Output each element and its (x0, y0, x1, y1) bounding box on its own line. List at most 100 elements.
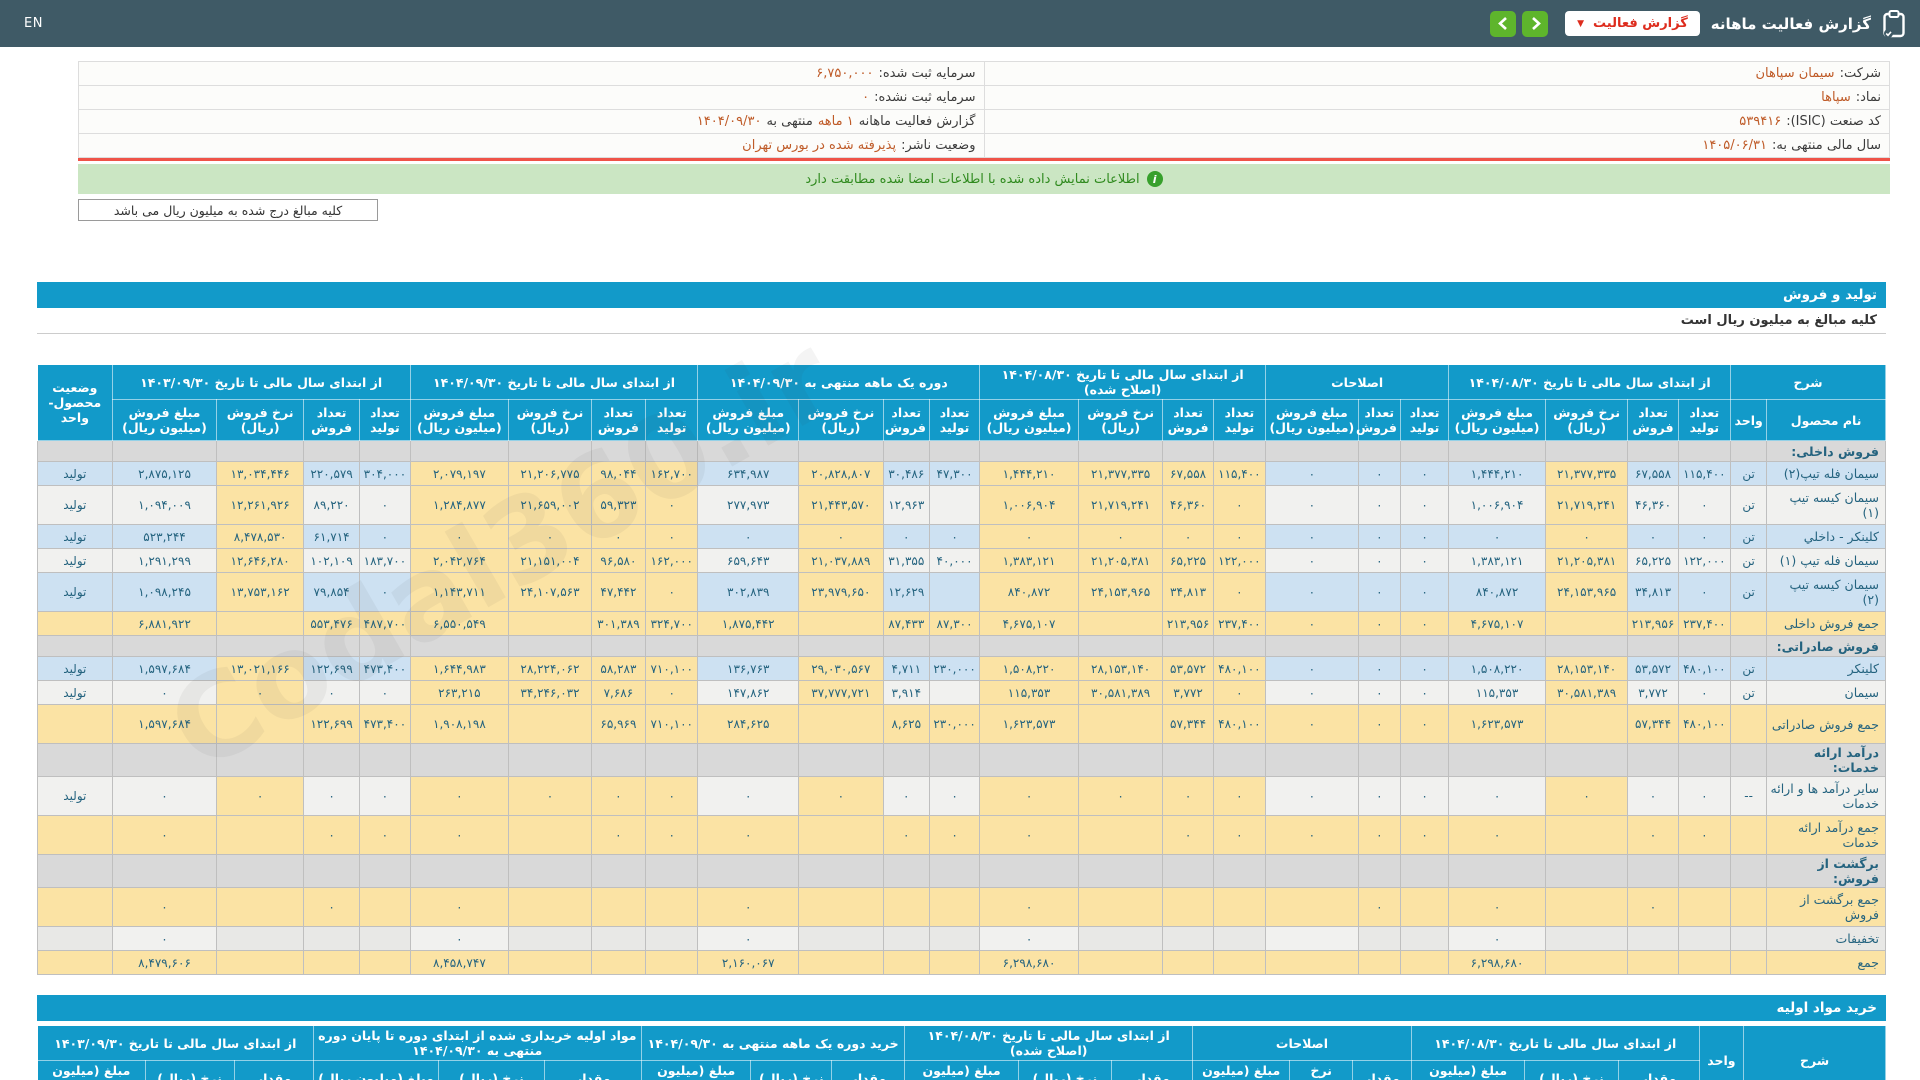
table-cell (359, 743, 411, 777)
table-cell: ۱,۵۹۷,۶۸۴ (111, 704, 218, 744)
table-cell (1677, 950, 1732, 975)
section-title-purchase: خرید مواد اولیه (37, 995, 1886, 1021)
table-cell (928, 887, 981, 927)
table-cell (111, 440, 218, 462)
nav-back-button[interactable] (1490, 10, 1517, 37)
table-cell (979, 854, 1079, 888)
table-cell (1077, 854, 1164, 888)
column-header: نرخ (ریال) (750, 1060, 833, 1080)
column-header: تعداد تولید (1399, 399, 1450, 441)
column-header: تعداد تولید (928, 399, 981, 441)
column-header: مبلغ (میلیون ریال) (312, 1060, 440, 1080)
column-header: شرح (1730, 364, 1886, 400)
table-cell: ۷۹,۸۵۴ (302, 572, 361, 612)
table-cell: ۱۲,۶۲۹ (882, 572, 930, 612)
table-cell: ۰ (1357, 548, 1401, 573)
column-header: مبلغ (میلیون ریال) (1192, 1060, 1291, 1080)
table-cell: ۰ (1399, 524, 1450, 549)
column-header: نام محصول (1766, 399, 1886, 441)
amounts-note-box: کلیه مبالغ درج شده به میلیون ریال می باش… (78, 199, 378, 221)
table-cell (798, 635, 884, 657)
column-header: تعداد فروش (1162, 399, 1214, 441)
row-label: سیمان (1766, 680, 1886, 705)
status-cell: تولید (37, 461, 113, 486)
table-cell: ۰ (216, 680, 304, 705)
table-cell (928, 440, 981, 462)
report-type-dropdown[interactable]: گزارش فعالیت ▼ (1565, 11, 1700, 36)
table-cell (1544, 704, 1629, 744)
table-cell: ۵۲۳,۲۴۴ (111, 524, 218, 549)
info-cell: گزارش فعالیت ماهانه ۱ ماهه منتهی به ۱۴۰۴/۰۹… (78, 109, 985, 134)
table-cell (882, 854, 930, 888)
table-cell: ۱,۲۸۴,۸۷۷ (409, 485, 510, 525)
table-cell: ۳۴,۸۱۳ (1162, 572, 1214, 612)
table-cell: ۲۱,۱۵۱,۰۰۴ (508, 548, 592, 573)
table-cell: ۰ (1265, 776, 1359, 816)
table-cell: ۰ (1357, 815, 1401, 855)
info-value: ۱ ماهه (817, 114, 854, 129)
nav-forward-button[interactable] (1522, 10, 1549, 37)
table-cell: ۰ (1212, 572, 1267, 612)
table-cell: ۰ (1357, 485, 1401, 525)
language-toggle[interactable]: EN (24, 16, 43, 31)
table-cell: ۰ (111, 887, 218, 927)
table-cell: ۲۸,۱۵۳,۱۴۰ (1077, 656, 1164, 681)
status-cell (37, 950, 113, 975)
table-cell: ۱,۶۴۴,۹۸۳ (409, 656, 510, 681)
table-cell: ۰ (302, 887, 361, 927)
table-cell: ۱۳,۰۲۱,۱۶۶ (216, 656, 304, 681)
table-cell: ۸,۴۷۸,۵۳۰ (216, 524, 304, 549)
info-label: گزارش فعالیت ماهانه (858, 114, 976, 129)
table-cell (697, 635, 800, 657)
table-cell (508, 704, 592, 744)
table-cell: ۰ (1448, 926, 1546, 951)
table-cell: ۰ (1627, 776, 1679, 816)
info-value: ۶,۷۵۰,۰۰۰ (816, 66, 874, 81)
table-cell (882, 926, 930, 951)
table-cell: ۰ (1357, 704, 1401, 744)
table-cell: ۰ (928, 776, 981, 816)
table-cell: ۰ (1399, 656, 1450, 681)
info-value: ۱۴۰۵/۰۶/۳۱ (1702, 138, 1767, 153)
table-cell: ۰ (1448, 815, 1546, 855)
table-cell: ۶۵,۹۶۹ (590, 704, 647, 744)
column-header: نرخ (ریال) (438, 1060, 545, 1080)
table-cell: ۰ (1677, 815, 1732, 855)
table-cell: ۰ (111, 680, 218, 705)
status-cell (37, 815, 113, 855)
table-cell: ۰ (697, 926, 800, 951)
table-cell: ۱۱۵,۴۰۰ (1212, 461, 1267, 486)
table-cell (1730, 743, 1768, 777)
table-cell: ۰ (645, 524, 699, 549)
table-cell (508, 854, 592, 888)
column-header: مقدار (543, 1060, 642, 1080)
table-cell: ۲۹,۰۳۰,۵۶۷ (798, 656, 884, 681)
table-cell: ۴۸۰,۱۰۰ (1677, 704, 1732, 744)
table-cell: ۳۰۴,۰۰۰ (359, 461, 411, 486)
table-cell: ۲۶۳,۲۱۵ (409, 680, 510, 705)
table-cell (1627, 440, 1679, 462)
table-row: تخفیفات ۰ ۰ ۰ ۰ ۰ (37, 926, 1886, 951)
table-cell (1162, 743, 1214, 777)
table-cell (798, 926, 884, 951)
table-cell: ۴۶,۳۶۰ (1162, 485, 1214, 525)
table-row: سایر درآمد ها و ارائه خدمات -- ۰ ۰ ۰ ۰ ۰ ۰ ۰ ۰ ۰ ۰ ۰… (37, 776, 1886, 816)
table-cell: ۰ (979, 776, 1079, 816)
table-cell (508, 926, 592, 951)
table-cell: ۰ (1399, 680, 1450, 705)
table-cell: ۰ (302, 680, 361, 705)
table-cell (1162, 440, 1214, 462)
table-cell (1544, 743, 1629, 777)
table-cell (409, 743, 510, 777)
table-cell: ۶۱,۷۱۴ (302, 524, 361, 549)
table-cell (1544, 950, 1629, 975)
column-header: از ابتدای سال مالی تا تاریخ ۱۴۰۴/۰۸/۳۰ (1448, 364, 1732, 400)
production-sales-table: شرح از ابتدای سال مالی تا تاریخ ۱۴۰۴/۰۸/۳… (37, 364, 1886, 975)
table-cell: ۰ (697, 776, 800, 816)
unit-cell (1730, 950, 1768, 975)
info-value: سیمان سپاهان (1755, 66, 1835, 81)
status-cell (37, 611, 113, 636)
column-header: مبلغ فروش (میلیون ریال) (111, 399, 218, 441)
table-cell (1677, 743, 1732, 777)
table-cell: ۱۶۲,۷۰۰ (645, 461, 699, 486)
